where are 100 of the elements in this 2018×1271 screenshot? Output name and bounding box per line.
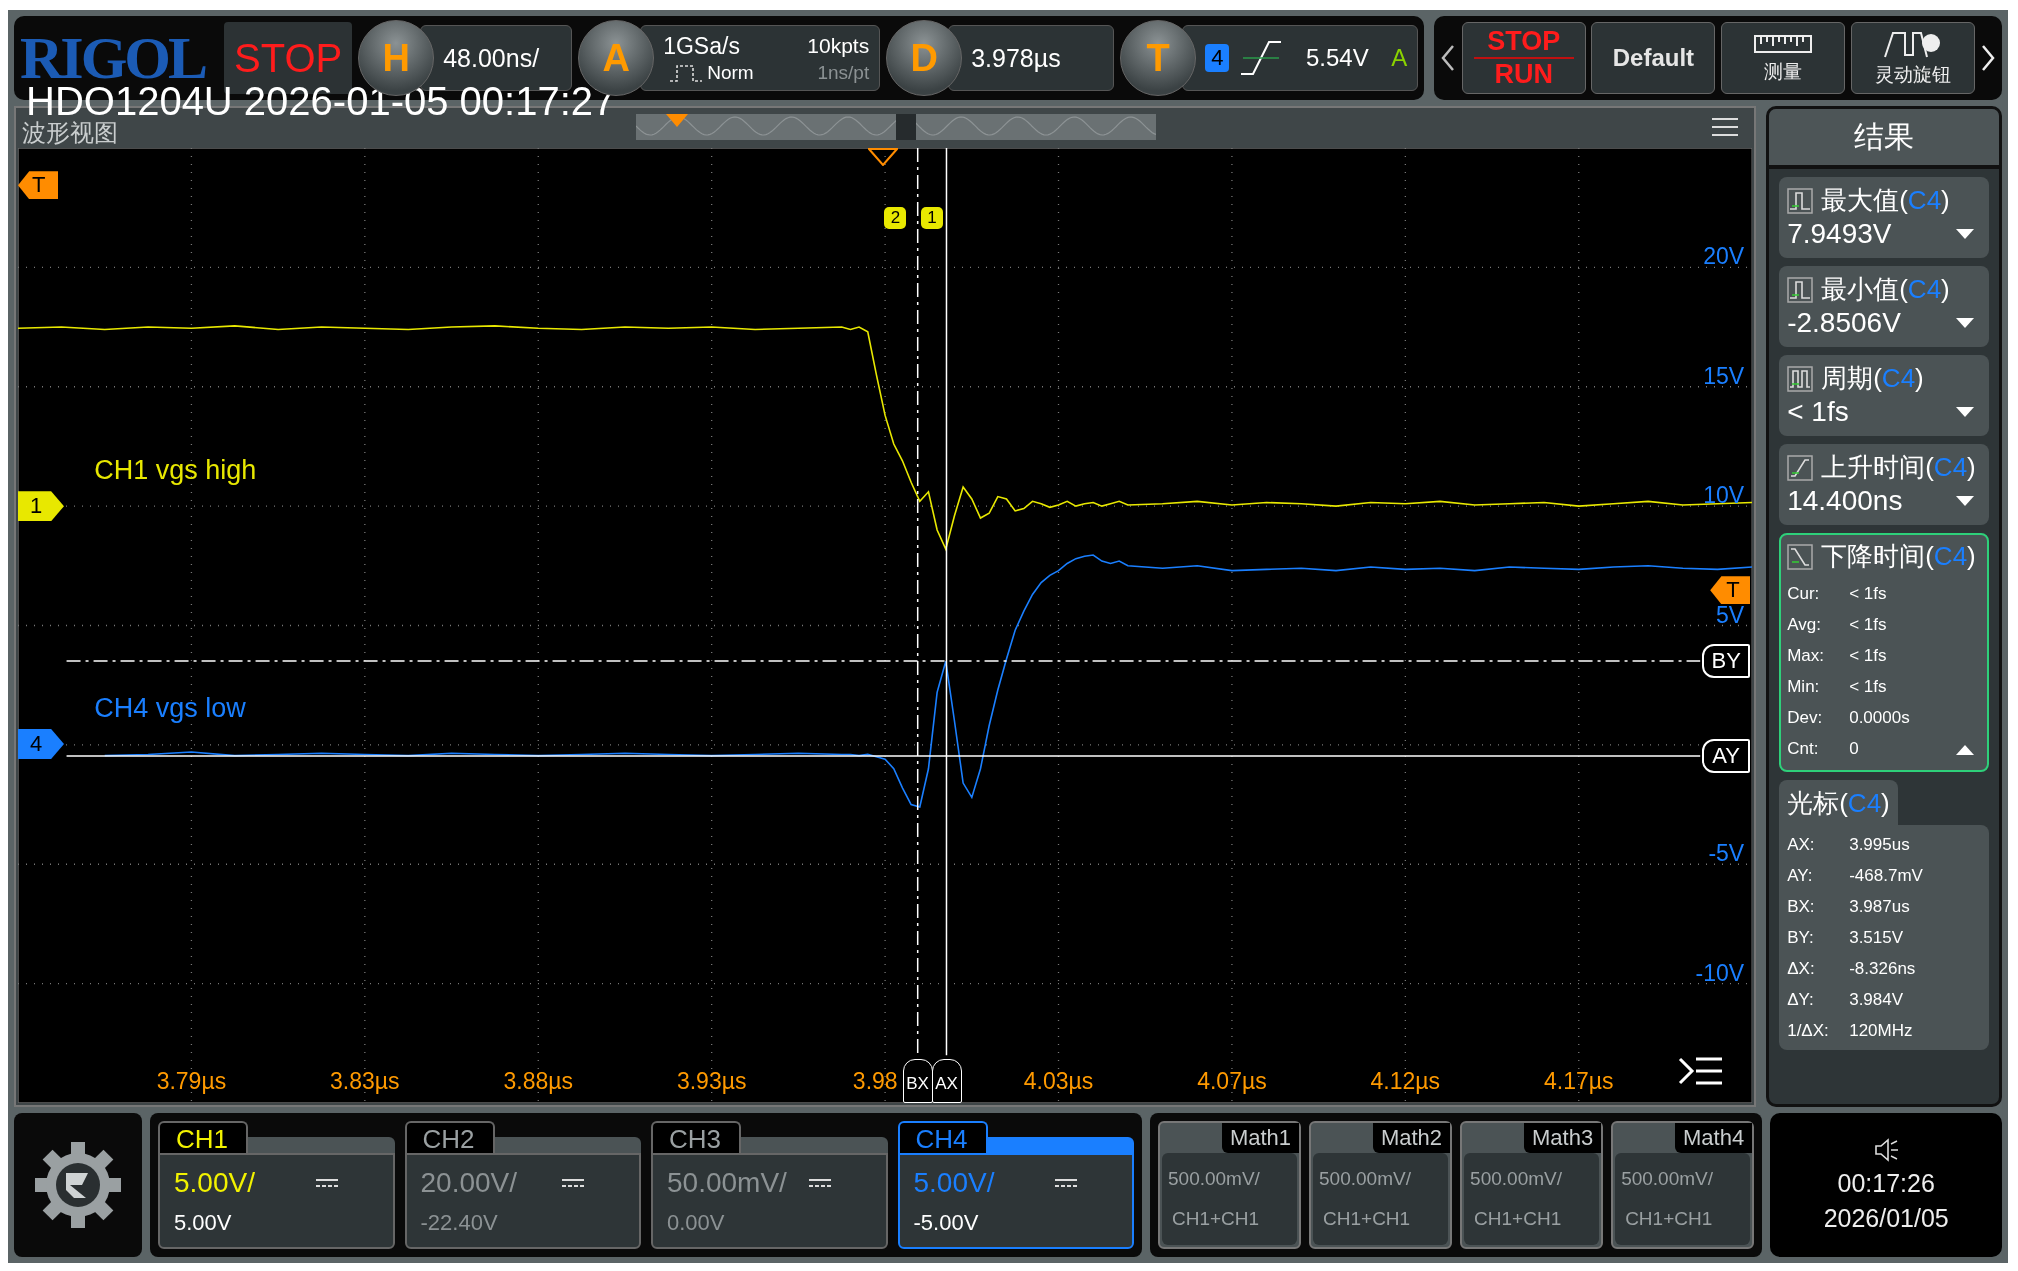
- measurement-name: 下降时间(C4): [1821, 540, 1976, 573]
- cursor-marker[interactable]: AY: [1702, 739, 1751, 774]
- caret-down-icon[interactable]: [1955, 317, 1976, 329]
- measurement-value: 7.9493V: [1787, 218, 1892, 250]
- delay-value[interactable]: 3.978µs: [948, 25, 1115, 91]
- trigger-sweep: A: [1391, 44, 1408, 72]
- chevron-right-icon[interactable]: [1980, 43, 1997, 73]
- cursor-title: 光标(C4): [1779, 780, 1898, 825]
- time-label: 3.88µs: [503, 1068, 573, 1095]
- caret-up-icon[interactable]: [1955, 744, 1976, 756]
- cursor-marker[interactable]: BX: [902, 1059, 933, 1103]
- multipurpose-knob-button[interactable]: 灵动旋钮: [1850, 22, 1975, 94]
- cursor-value: 3.987us: [1849, 896, 1910, 917]
- channel-name: CH3: [651, 1121, 741, 1153]
- math-scale: 500.00mV/: [1621, 1168, 1715, 1190]
- sample-rate: 1GSa/s: [663, 32, 741, 60]
- time-label: 4.03µs: [1023, 1068, 1094, 1095]
- rising-edge-icon: [1239, 38, 1284, 78]
- cursor-marker[interactable]: AX: [931, 1059, 962, 1103]
- menu-icon[interactable]: [1710, 116, 1741, 138]
- channel-name: CH4: [897, 1121, 988, 1153]
- volt-label: 20V: [1703, 243, 1745, 271]
- acquire-mode: Norm: [707, 61, 754, 84]
- math-scale: 500.00mV/: [1319, 1168, 1412, 1190]
- cursor-line[interactable]: [945, 148, 948, 1056]
- channel-scale: 5.00V/: [913, 1166, 995, 1199]
- stat-label: Cur:: [1787, 583, 1821, 604]
- cursor-label: 1/ΔX:: [1787, 1020, 1830, 1041]
- resolution: 1ns/pt: [816, 61, 870, 84]
- caret-down-icon[interactable]: [1955, 228, 1976, 240]
- math-source: CH1+CH1: [1624, 1208, 1714, 1230]
- math-scale: 500.00mV/: [1470, 1168, 1563, 1190]
- measurement-card[interactable]: 最小值(C4) -2.8506V: [1779, 266, 1990, 347]
- math-card[interactable]: Math3 500.00mV/ CH1+CH1: [1460, 1121, 1604, 1249]
- measurement-value: -2.8506V: [1787, 307, 1901, 339]
- caret-down-icon[interactable]: [1955, 495, 1976, 507]
- stat-value: < 1fs: [1849, 614, 1887, 635]
- list-menu-icon[interactable]: [1678, 1055, 1725, 1087]
- measurement-value: < 1fs: [1787, 396, 1849, 428]
- trigger-source: 4: [1205, 44, 1230, 72]
- cursor-value: 3.515V: [1849, 927, 1904, 948]
- memory-overview-drawing[interactable]: [636, 114, 1156, 140]
- trigger-marker[interactable]: T: [18, 171, 58, 200]
- math-card[interactable]: Math4 500.00mV/ CH1+CH1: [1611, 1121, 1755, 1249]
- trace-label: CH4 vgs low: [94, 692, 246, 724]
- time-label: 3.79µs: [156, 1068, 227, 1095]
- time-label: 4.17µs: [1544, 1068, 1614, 1095]
- math-name: Math3: [1524, 1123, 1602, 1153]
- cursor-line[interactable]: [65, 660, 1701, 662]
- measurement-card[interactable]: 下降时间(C4) Cur: < 1fs Avg: < 1fs Max: < 1fs Min: < 1fs Dev: 0.0000s Cnt: 0: [1779, 533, 1990, 772]
- cursor-label: ΔY:: [1787, 989, 1815, 1010]
- channel-offset: 5.00V: [174, 1209, 233, 1236]
- math-source: CH1+CH1: [1171, 1208, 1261, 1230]
- math-card[interactable]: Math1 500.00mV/ CH1+CH1: [1158, 1121, 1302, 1249]
- math-name: Math4: [1675, 1123, 1753, 1153]
- clock-time: 00:17:26: [1837, 1169, 1935, 1198]
- trigger-panel[interactable]: 4 5.54V A: [1182, 25, 1419, 91]
- stat-label: Avg:: [1787, 614, 1822, 635]
- channel-offset: -5.00V: [913, 1209, 980, 1236]
- math-card[interactable]: Math2 500.00mV/ CH1+CH1: [1309, 1121, 1453, 1249]
- stat-value: < 1fs: [1849, 645, 1887, 666]
- channel-offset: -22.40V: [420, 1209, 499, 1236]
- dc-coupling-icon: [1054, 1176, 1078, 1189]
- measurement-name: 周期(C4): [1821, 362, 1924, 395]
- measurement-card[interactable]: 上升时间(C4) 14.400ns: [1779, 444, 1990, 525]
- math-source: CH1+CH1: [1322, 1208, 1412, 1230]
- volt-label: 15V: [1703, 362, 1745, 390]
- cursor-line[interactable]: [916, 148, 919, 1056]
- edge-measure-icon: [1787, 454, 1814, 481]
- edge-measure-icon: [1787, 543, 1814, 570]
- clock-date: 2026/01/05: [1823, 1204, 1949, 1233]
- channel-marker[interactable]: 4: [18, 728, 64, 759]
- time-label: 3.93µs: [676, 1068, 747, 1095]
- gear-logo-icon[interactable]: [33, 1140, 123, 1230]
- measurement-value: 14.400ns: [1787, 485, 1903, 517]
- default-button[interactable]: Default: [1591, 22, 1716, 94]
- edge-marker: 2: [884, 206, 907, 229]
- measurement-card[interactable]: 周期(C4) < 1fs: [1779, 355, 1990, 436]
- pulse-measure-icon: [1787, 365, 1814, 392]
- stat-value: < 1fs: [1849, 676, 1887, 697]
- stat-value: 0.0000s: [1849, 707, 1910, 728]
- trigger-marker[interactable]: T: [1710, 576, 1751, 605]
- cursor-value: -468.7mV: [1849, 865, 1923, 886]
- chevron-left-icon[interactable]: [1440, 43, 1457, 73]
- channel-marker[interactable]: 1: [18, 491, 64, 522]
- acquire-panel[interactable]: 1GSa/s 10kpts Norm 1ns/pt: [640, 25, 881, 91]
- measurement-card[interactable]: 最大值(C4) 7.9493V: [1779, 177, 1990, 258]
- results-title: 结果: [1769, 109, 2000, 169]
- stat-label: Max:: [1787, 645, 1826, 666]
- measurement-name: 最大值(C4): [1821, 184, 1950, 217]
- measure-button[interactable]: 测量: [1720, 22, 1845, 94]
- trigger-position-icon: [868, 148, 899, 166]
- speaker-muted-icon[interactable]: [1873, 1137, 1900, 1163]
- stat-label: Min:: [1787, 676, 1821, 697]
- cursor-value: 3.995us: [1849, 834, 1910, 855]
- channel-name: CH2: [404, 1121, 495, 1153]
- caret-down-icon[interactable]: [1955, 406, 1976, 418]
- cursor-label: BY:: [1787, 927, 1815, 948]
- cursor-marker[interactable]: BY: [1702, 643, 1751, 678]
- cursor-label: AX:: [1787, 834, 1816, 855]
